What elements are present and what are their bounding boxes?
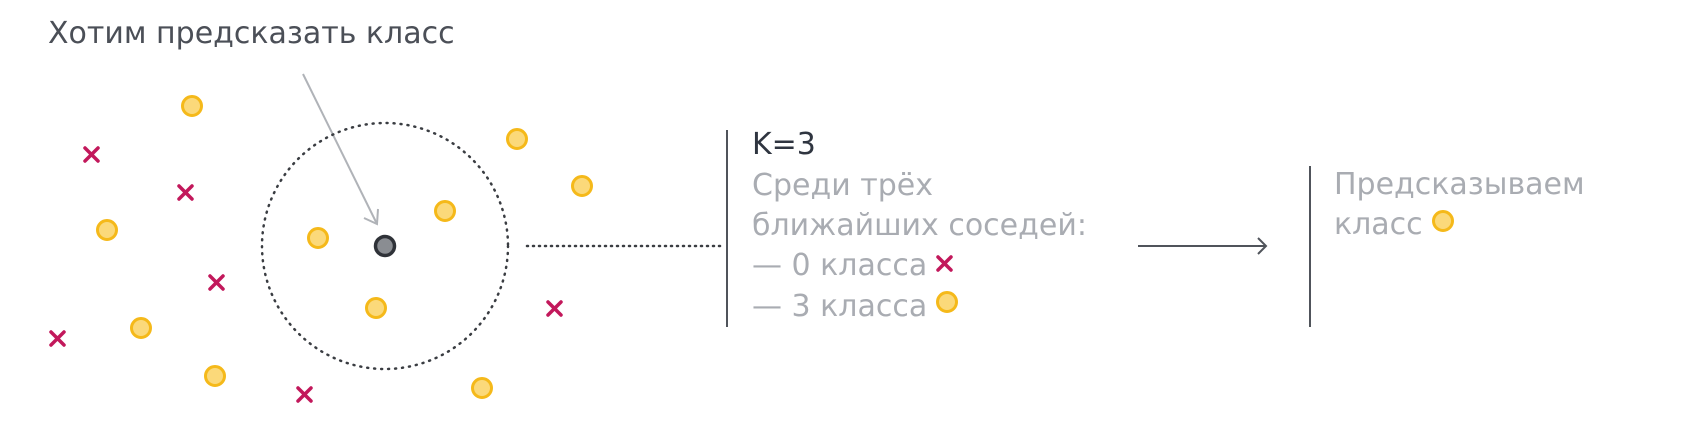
query-point-icon [373,234,397,258]
circle-point [307,227,329,249]
cross-point [296,386,313,403]
circle-icon [1431,204,1455,244]
cross-icon [935,245,955,285]
cross-point [83,146,100,163]
info-block: K=3 Среди трёх ближайших соседей: — 0 кл… [752,125,1087,327]
circle-point [130,317,152,339]
result-line-2: класс [1334,205,1585,246]
circle-point [365,297,387,319]
circle-point [434,200,456,222]
result-block: Предсказываем класс [1334,165,1585,246]
circle-point [204,365,226,387]
circle-icon [935,285,959,325]
class-1-points [96,95,593,399]
neighbors-heading-line-1: Среди трёх [752,168,933,203]
cross-point [49,330,66,347]
class-0-points [49,146,563,403]
result-class-label: класс [1334,207,1423,242]
result-arrow [1138,237,1268,255]
diagram-title: Хотим предсказать класс [48,16,455,51]
circle-point [96,219,118,241]
circle-point [571,175,593,197]
circle-point [181,95,203,117]
circle-point [506,128,528,150]
neighbors-heading-line-2: ближайших соседей: [752,208,1087,243]
circle-point [471,377,493,399]
k-value-label: K=3 [752,127,816,162]
result-line-1: Предсказываем [1334,167,1585,202]
title-pointer-arrow [302,73,379,226]
class-1-count-label: — 3 класса [752,288,928,324]
cross-point [177,184,194,201]
class-1-count-row: — 3 класса [752,287,1087,328]
cross-point [546,300,563,317]
class-0-count-row: — 0 класса [752,246,1087,287]
cross-point [208,274,225,291]
class-0-count-label: — 0 класса [752,248,928,283]
